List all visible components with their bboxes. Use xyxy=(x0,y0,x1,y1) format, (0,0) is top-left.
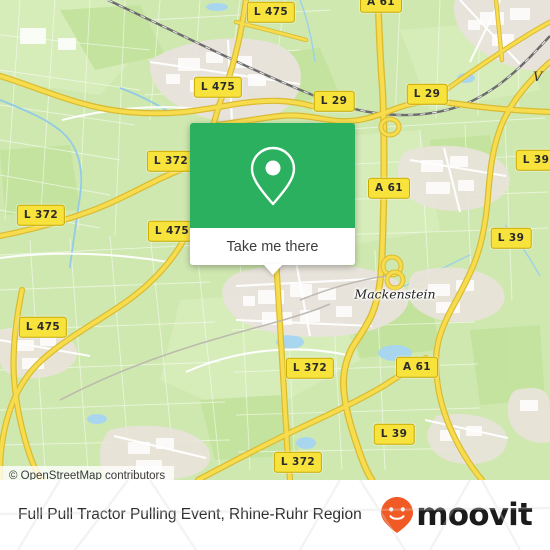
map-screenshot: L 475 A 61 L 29 L 29 L 475 L 372 L 39 L … xyxy=(0,0,550,550)
road-shield: L 29 xyxy=(313,90,355,112)
map-pin-icon xyxy=(250,146,295,205)
road-shield: L 372 xyxy=(273,451,323,473)
osm-attribution-label: © OpenStreetMap contributors xyxy=(9,469,166,481)
road-shield: A 61 xyxy=(360,0,402,13)
road-shield: L 475 xyxy=(18,316,68,338)
popup-marker-area xyxy=(190,123,355,228)
road-shield: L 29 xyxy=(406,83,448,105)
place-label-clipped: V xyxy=(533,70,543,85)
popup-cta-area[interactable]: Take me there xyxy=(190,228,355,275)
osm-attribution[interactable]: © OpenStreetMap contributors xyxy=(0,466,175,481)
popup-pointer-tail xyxy=(262,264,283,275)
road-shield: L 475 xyxy=(246,1,296,23)
place-label-mackenstein: Mackenstein xyxy=(354,286,436,302)
map-canvas[interactable]: L 475 A 61 L 29 L 29 L 475 L 372 L 39 L … xyxy=(0,0,550,480)
moovit-wordmark: moovit xyxy=(416,496,533,533)
moovit-smiley-pin-icon xyxy=(381,497,414,533)
take-me-there-label: Take me there xyxy=(226,238,319,255)
footer-bar: Full Pull Tractor Pulling Event, Rhine-R… xyxy=(0,480,550,550)
road-shield: L 475 xyxy=(193,76,243,98)
road-shield: L 372 xyxy=(285,357,335,379)
road-shield: L 372 xyxy=(146,150,196,172)
road-shield: A 61 xyxy=(368,177,410,199)
moovit-logo[interactable]: moovit xyxy=(380,496,533,534)
road-shield: L 39 xyxy=(515,149,550,171)
road-shield: L 475 xyxy=(147,220,197,242)
road-shield: L 39 xyxy=(490,227,532,249)
road-shield: L 39 xyxy=(373,423,415,445)
page-title: Full Pull Tractor Pulling Event, Rhine-R… xyxy=(18,506,362,523)
road-shield: L 372 xyxy=(16,204,66,226)
location-popup-card[interactable]: Take me there xyxy=(190,123,355,275)
road-shield: A 61 xyxy=(396,356,438,378)
